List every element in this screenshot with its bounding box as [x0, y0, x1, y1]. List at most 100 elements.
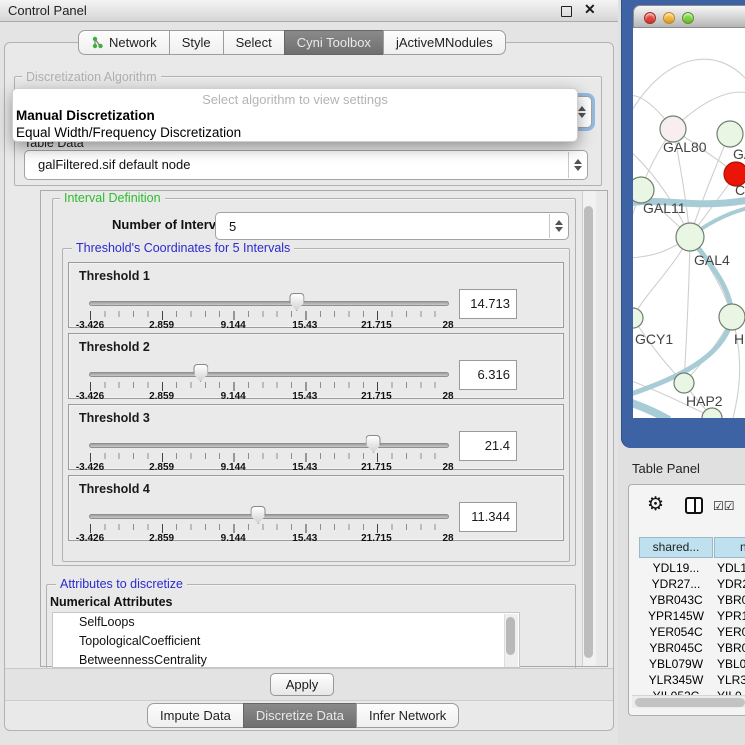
list-item[interactable]: BetweennessCentrality [53, 651, 519, 668]
close-traffic-light-icon[interactable] [644, 12, 656, 24]
slider-thumb[interactable] [366, 435, 381, 453]
slider-track[interactable] [89, 372, 449, 377]
interval-definition-title: Interval Definition [60, 191, 165, 205]
column-layout-icon[interactable] [685, 497, 703, 514]
tab-label: Network [109, 31, 157, 54]
gear-icon[interactable]: ⚙ [647, 495, 664, 514]
cell-name[interactable]: YPR1 [717, 608, 745, 624]
slider-track[interactable] [89, 443, 449, 448]
network-canvas[interactable]: GAL80 GA GAL11 GAL4 GCY1 H HAP2 C [633, 28, 745, 418]
zoom-traffic-light-icon[interactable] [682, 12, 694, 24]
table-hscrollbar-track[interactable] [632, 695, 745, 708]
checkbox-icon[interactable]: ☑ [713, 499, 724, 513]
cell-shared-name[interactable]: YPR145W [639, 608, 713, 624]
table-row[interactable]: YBL079WYBL0 [629, 656, 745, 672]
close-icon[interactable]: ✕ [584, 1, 596, 18]
list-item[interactable]: TopologicalCoefficient [53, 632, 519, 651]
threshold-1-value-field[interactable]: 14.713 [459, 289, 517, 319]
tab-infer-network[interactable]: Infer Network [356, 703, 459, 728]
checkbox-icon[interactable]: ☑ [724, 499, 735, 513]
cell-shared-name[interactable]: YBR045C [639, 640, 713, 656]
table-data-value: galFiltered.sif default node [38, 151, 190, 179]
scale-label: -3.426 [76, 391, 104, 402]
number-of-intervals-combobox[interactable]: 5 [215, 212, 569, 240]
node-gal4[interactable] [676, 223, 704, 251]
column-header-shared[interactable]: shared... [639, 537, 713, 558]
node-gcy1[interactable] [633, 308, 643, 328]
scale-label: 21.715 [361, 391, 392, 402]
settings-scrollbar-thumb[interactable] [584, 206, 593, 658]
table-row[interactable]: YDR27...YDR2 [629, 576, 745, 592]
cell-name[interactable]: YBR0 [717, 640, 745, 656]
node-label-c: C [735, 182, 745, 198]
tab-discretize-data[interactable]: Discretize Data [243, 703, 357, 728]
slider-thumb[interactable] [251, 506, 266, 524]
network-window-titlebar[interactable] [633, 5, 745, 28]
table-row[interactable]: YBR043CYBR0 [629, 592, 745, 608]
threshold-2-slider[interactable]: -3.426 2.859 9.144 15.43 21.715 28 [89, 360, 449, 398]
scale-label: 28 [442, 533, 453, 544]
node-top-right[interactable] [717, 121, 743, 147]
scale-label: 21.715 [361, 462, 392, 473]
dropdown-item-manual-discretization[interactable]: Manual Discretization [16, 108, 155, 123]
cell-name[interactable]: YLR3 [717, 672, 745, 688]
slider-scale: -3.426 2.859 9.144 15.43 21.715 28 [90, 533, 448, 545]
numerical-attributes-list[interactable]: SelfLoops TopologicalCoefficient Between… [52, 612, 520, 668]
table-row[interactable]: YLR345WYLR3 [629, 672, 745, 688]
cell-shared-name[interactable]: YBL079W [639, 656, 713, 672]
cell-name[interactable]: YBR0 [717, 592, 745, 608]
tab-network[interactable]: Network [78, 30, 170, 55]
table-row[interactable]: YER054CYER0 [629, 624, 745, 640]
minimize-traffic-light-icon[interactable] [663, 12, 675, 24]
checkbox-icons[interactable]: ☑☑ [713, 499, 735, 513]
threshold-4-label: Threshold 4 [79, 482, 150, 496]
threshold-4-slider[interactable]: -3.426 2.859 9.144 15.43 21.715 28 [89, 502, 449, 540]
slider-thumb[interactable] [193, 364, 208, 382]
scale-label: 15.43 [292, 320, 317, 331]
table-row[interactable]: YDL19...YDL1 [629, 560, 745, 576]
cell-shared-name[interactable]: YLR345W [639, 672, 713, 688]
tab-label: Impute Data [160, 704, 231, 727]
tab-label: Style [182, 31, 211, 54]
cell-name[interactable]: YDL1 [717, 560, 745, 576]
cell-shared-name[interactable]: YDL19... [639, 560, 713, 576]
cell-name[interactable]: YER0 [717, 624, 745, 640]
combo-stepper-icon[interactable] [568, 152, 586, 178]
table-data-combobox[interactable]: galFiltered.sif default node [24, 150, 588, 180]
cell-name[interactable]: YBL0 [717, 656, 745, 672]
tab-impute-data[interactable]: Impute Data [147, 703, 244, 728]
node-h[interactable] [719, 304, 745, 330]
slider-thumb[interactable] [289, 293, 304, 311]
list-scrollbar-thumb[interactable] [506, 617, 515, 655]
node-hap2[interactable] [674, 373, 694, 393]
combo-stepper-icon[interactable] [549, 214, 567, 238]
dropdown-item-equal-width-frequency[interactable]: Equal Width/Frequency Discretization [16, 125, 241, 140]
slider-track[interactable] [89, 514, 449, 519]
cell-name[interactable]: YDR2 [717, 576, 745, 592]
threshold-4-value-field[interactable]: 11.344 [459, 502, 517, 532]
cell-shared-name[interactable]: YER054C [639, 624, 713, 640]
tab-select[interactable]: Select [223, 30, 285, 55]
cell-shared-name[interactable]: YBR043C [639, 592, 713, 608]
table-hscrollbar-thumb[interactable] [635, 698, 745, 707]
threshold-3-value-field[interactable]: 21.4 [459, 431, 517, 461]
threshold-3-slider[interactable]: -3.426 2.859 9.144 15.43 21.715 28 [89, 431, 449, 469]
slider-scale: -3.426 2.859 9.144 15.43 21.715 28 [90, 462, 448, 474]
float-window-icon[interactable] [561, 6, 572, 17]
slider-track[interactable] [89, 301, 449, 306]
tab-jactivemnodules[interactable]: jActiveMNodules [383, 30, 506, 55]
apply-button[interactable]: Apply [270, 673, 334, 696]
threshold-1-slider[interactable]: -3.426 2.859 9.144 15.43 21.715 28 [89, 289, 449, 327]
list-scrollbar-track[interactable] [504, 614, 518, 668]
cell-shared-name[interactable]: YDR27... [639, 576, 713, 592]
scale-label: -3.426 [76, 320, 104, 331]
table-row[interactable]: YPR145WYPR1 [629, 608, 745, 624]
list-item[interactable]: SelfLoops [53, 613, 519, 632]
tab-label: Infer Network [369, 704, 446, 727]
table-row[interactable]: YBR045CYBR0 [629, 640, 745, 656]
threshold-2-value-field[interactable]: 6.316 [459, 360, 517, 390]
column-header-name[interactable]: n [714, 537, 745, 558]
tab-style[interactable]: Style [169, 30, 224, 55]
tab-cyni-toolbox[interactable]: Cyni Toolbox [284, 30, 384, 55]
slider-ticks [90, 382, 448, 391]
